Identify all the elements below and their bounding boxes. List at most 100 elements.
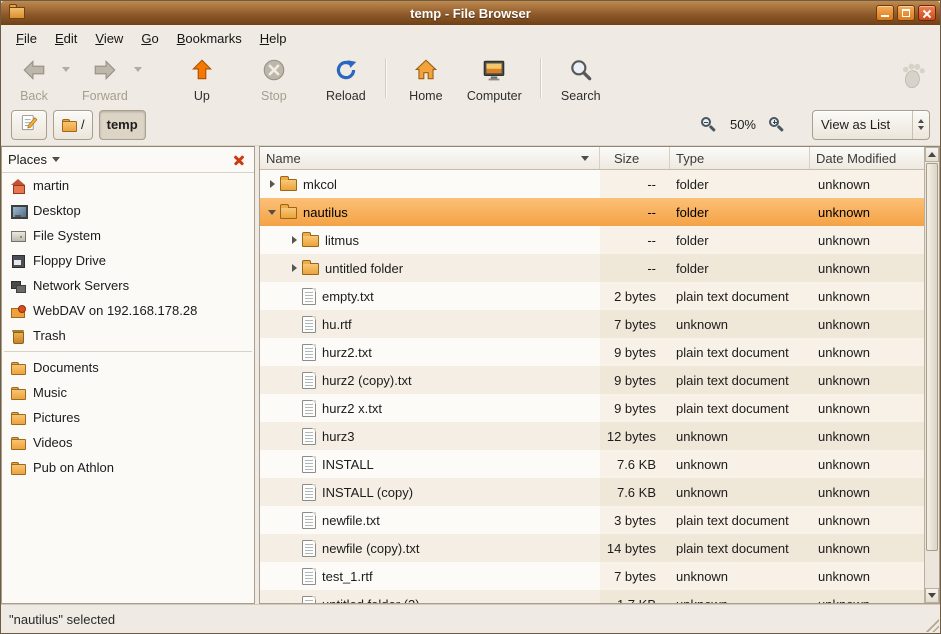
menu-view[interactable]: View xyxy=(86,27,132,50)
zoom-in-button[interactable] xyxy=(766,113,788,137)
text-file-icon xyxy=(302,456,316,473)
menu-bookmarks[interactable]: Bookmarks xyxy=(168,27,251,50)
spinner-arrows-icon xyxy=(912,111,929,139)
expander-icon[interactable] xyxy=(264,210,280,215)
text-file-icon xyxy=(302,512,316,529)
toolbar: Back Forward Up Stop xyxy=(1,51,940,104)
sidebar-item-documents[interactable]: Documents xyxy=(2,355,254,380)
search-icon xyxy=(568,57,594,88)
file-row-untitled-folder[interactable]: untitled folder -- folder unknown xyxy=(260,254,924,282)
folder-icon xyxy=(10,385,26,401)
sidebar-item-desktop[interactable]: Desktop xyxy=(2,198,254,223)
sidebar-item-music[interactable]: Music xyxy=(2,380,254,405)
view-mode-selector[interactable]: View as List xyxy=(812,110,930,140)
scroll-down-icon xyxy=(928,593,936,598)
resize-grip[interactable] xyxy=(924,617,939,632)
reload-button[interactable]: Reload xyxy=(321,55,371,105)
folder-icon xyxy=(61,117,77,133)
file-row-hurz2-copy-txt[interactable]: hurz2 (copy).txt 9 bytes plain text docu… xyxy=(260,366,924,394)
toolbar-separator xyxy=(540,58,542,98)
edit-location-button[interactable] xyxy=(11,110,47,140)
sidebar-item-webdav[interactable]: WebDAV on 192.168.178.28 xyxy=(2,298,254,323)
title-bar[interactable]: temp - File Browser xyxy=(1,1,940,25)
menu-go[interactable]: Go xyxy=(132,27,167,50)
path-button-temp[interactable]: temp xyxy=(99,110,146,140)
file-row-hurz3[interactable]: hurz3 12 bytes unknown unknown xyxy=(260,422,924,450)
sidebar-separator xyxy=(4,351,252,352)
file-row-hurz2-x-txt[interactable]: hurz2 x.txt 9 bytes plain text document … xyxy=(260,394,924,422)
content-area: Places martin Desktop File System Floppy… xyxy=(1,146,940,604)
zoom-out-button[interactable] xyxy=(698,113,720,137)
home-icon xyxy=(10,178,26,194)
search-button[interactable]: Search xyxy=(556,55,606,105)
scroll-up-button[interactable] xyxy=(925,147,939,162)
network-icon xyxy=(10,278,26,294)
column-header-name[interactable]: Name xyxy=(260,147,600,169)
sidebar-item-trash[interactable]: Trash xyxy=(2,323,254,348)
expander-icon[interactable] xyxy=(286,264,302,272)
edit-location-icon xyxy=(19,113,39,136)
menu-edit[interactable]: Edit xyxy=(46,27,86,50)
text-file-icon xyxy=(302,372,316,389)
sidebar-title[interactable]: Places xyxy=(8,152,47,167)
expander-icon[interactable] xyxy=(286,236,302,244)
sidebar-item-pictures[interactable]: Pictures xyxy=(2,405,254,430)
scrollbar-track[interactable] xyxy=(925,162,939,588)
file-rows: mkcol -- folder unknown nautilus -- fold… xyxy=(260,170,924,603)
sidebar-item-filesystem[interactable]: File System xyxy=(2,223,254,248)
sidebar-item-pub[interactable]: Pub on Athlon xyxy=(2,455,254,480)
zoom-in-icon xyxy=(769,117,785,133)
sidebar-item-home[interactable]: martin xyxy=(2,173,254,198)
gnome-foot-throbber-icon xyxy=(898,61,932,96)
sidebar-item-floppy[interactable]: Floppy Drive xyxy=(2,248,254,273)
stop-button[interactable]: Stop xyxy=(249,55,299,105)
column-header-type[interactable]: Type xyxy=(670,147,810,169)
file-row-untitled-folder-2[interactable]: untitled folder (2) 1.7 KB unknown unkno… xyxy=(260,590,924,603)
reload-icon xyxy=(333,57,359,88)
vertical-scrollbar[interactable] xyxy=(924,147,939,603)
folder-icon xyxy=(10,360,26,376)
folder-icon xyxy=(10,435,26,451)
path-button-root[interactable]: / xyxy=(53,110,93,140)
file-row-nautilus-selected[interactable]: nautilus -- folder unknown xyxy=(260,198,924,226)
column-header-date-modified[interactable]: Date Modified xyxy=(810,147,924,169)
back-button[interactable]: Back xyxy=(9,55,59,105)
sidebar-close-icon[interactable] xyxy=(230,151,248,169)
scroll-down-button[interactable] xyxy=(925,588,939,603)
maximize-button[interactable] xyxy=(897,5,915,21)
minimize-button[interactable] xyxy=(876,5,894,21)
chevron-down-icon[interactable] xyxy=(52,157,60,162)
file-row-install-copy[interactable]: INSTALL (copy) 7.6 KB unknown unknown xyxy=(260,478,924,506)
close-button[interactable] xyxy=(918,5,936,21)
text-file-icon xyxy=(302,596,316,604)
sidebar-item-network[interactable]: Network Servers xyxy=(2,273,254,298)
expander-icon[interactable] xyxy=(264,180,280,188)
file-row-newfile-txt[interactable]: newfile.txt 3 bytes plain text document … xyxy=(260,506,924,534)
menu-help[interactable]: Help xyxy=(251,27,296,50)
scrollbar-thumb[interactable] xyxy=(926,163,938,551)
up-button[interactable]: Up xyxy=(177,55,227,105)
desktop-icon xyxy=(10,203,26,219)
file-row-litmus[interactable]: litmus -- folder unknown xyxy=(260,226,924,254)
home-button[interactable]: Home xyxy=(401,55,451,105)
text-file-icon xyxy=(302,400,316,417)
forward-history-dropdown[interactable] xyxy=(132,55,145,72)
list-header: Name Size Type Date Modified xyxy=(260,147,924,170)
text-file-icon xyxy=(302,540,316,557)
forward-button[interactable]: Forward xyxy=(78,55,132,105)
file-row-empty-txt[interactable]: empty.txt 2 bytes plain text document un… xyxy=(260,282,924,310)
file-row-mkcol[interactable]: mkcol -- folder unknown xyxy=(260,170,924,198)
drive-icon xyxy=(10,228,26,244)
column-header-size[interactable]: Size xyxy=(600,147,670,169)
file-row-install[interactable]: INSTALL 7.6 KB unknown unknown xyxy=(260,450,924,478)
sidebar-item-videos[interactable]: Videos xyxy=(2,430,254,455)
file-row-newfile-copy-txt[interactable]: newfile (copy).txt 14 bytes plain text d… xyxy=(260,534,924,562)
file-row-hurz2-txt[interactable]: hurz2.txt 9 bytes plain text document un… xyxy=(260,338,924,366)
file-row-test-1-rtf[interactable]: test_1.rtf 7 bytes unknown unknown xyxy=(260,562,924,590)
toolbar-separator xyxy=(385,58,387,98)
file-row-hu-rtf[interactable]: hu.rtf 7 bytes unknown unknown xyxy=(260,310,924,338)
menu-file[interactable]: File xyxy=(7,27,46,50)
computer-button[interactable]: Computer xyxy=(463,55,526,105)
scroll-up-icon xyxy=(928,152,936,157)
back-history-dropdown[interactable] xyxy=(59,55,72,72)
